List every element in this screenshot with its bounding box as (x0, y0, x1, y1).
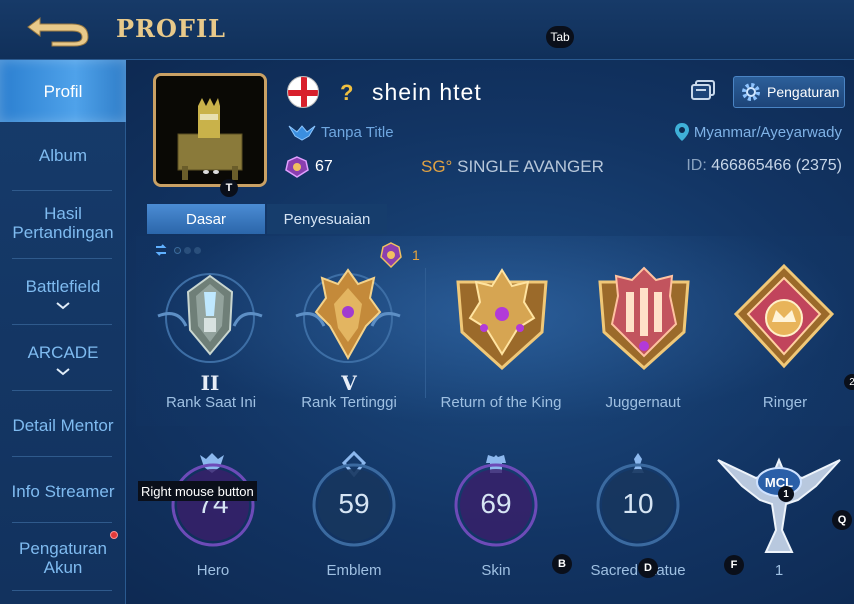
star-badge-count: 1 (412, 247, 420, 263)
juggernaut-badge-icon[interactable] (590, 262, 698, 374)
mcl-trophy-icon[interactable]: MCL (714, 452, 844, 556)
sidebar-item-profil[interactable]: Profil (0, 60, 126, 122)
sacred-statue-count: 10 (622, 488, 654, 519)
squad-label: SINGLE AVANGER (457, 157, 604, 176)
player-title: Tanpa Title (321, 123, 394, 141)
key-hint-f: F (724, 555, 744, 575)
tab-label: Dasar (185, 210, 226, 228)
location-row: Myanmar/Ayeyarwady (674, 122, 842, 142)
swap-icon[interactable] (154, 243, 168, 257)
title-row[interactable]: Tanpa Title (287, 122, 394, 142)
key-hint-b: B (552, 554, 572, 574)
username: shein htet (372, 79, 482, 105)
squad-name[interactable]: SG° SINGLE AVANGER (421, 157, 604, 177)
divider (12, 590, 112, 591)
player-id: ID: 466865466 (2375) (686, 157, 842, 175)
sidebar-item-label: Info Streamer (11, 481, 115, 501)
current-rank-badge-icon[interactable] (148, 268, 272, 368)
divider (12, 324, 112, 325)
divider (12, 522, 112, 523)
ringer-badge-icon[interactable] (730, 262, 838, 374)
id-value: 466865466 (2375) (711, 157, 842, 174)
sidebar-item-label: Detail Mentor (12, 415, 114, 435)
highest-rank-badge-icon[interactable] (286, 264, 410, 368)
sidebar-item-label: ARCADE (27, 342, 99, 362)
location-text: Myanmar/Ayeyarwady (693, 123, 842, 141)
divider (12, 456, 112, 457)
current-rank-tier: II (200, 371, 220, 395)
sidebar-item-label: Battlefield (25, 276, 101, 296)
sidebar-item-info-streamer[interactable]: Info Streamer (0, 460, 126, 522)
right-mouse-hint: Right mouse button (138, 481, 257, 501)
juggernaut-label: Juggernaut (605, 394, 681, 411)
sidebar-item-pengaturan-akun[interactable]: Pengaturan Akun (0, 526, 126, 590)
divider (12, 390, 112, 391)
scroll-key-hint: 2 (844, 374, 854, 390)
sidebar-item-arcade[interactable]: ARCADE (0, 328, 126, 390)
sidebar-item-label: Pengaturan Akun (19, 539, 107, 577)
england-flag-icon (287, 76, 319, 108)
skin-count: 69 (480, 488, 512, 519)
divider (425, 268, 426, 398)
level-badge-icon (285, 156, 309, 178)
sidebar-item-label: Hasil Pertandingan (12, 204, 114, 242)
sidebar-item-label: Album (38, 145, 88, 165)
settings-button[interactable]: Pengaturan (733, 76, 845, 108)
ringer-label: Ringer (762, 394, 808, 411)
settings-label: Pengaturan (767, 84, 840, 100)
notification-dot (110, 531, 118, 539)
highest-rank-label: Rank Tertinggi (301, 394, 397, 411)
chevron-down-icon (56, 301, 70, 309)
tab-key-hint: Tab (546, 26, 574, 48)
back-arrow-icon[interactable] (22, 10, 92, 48)
hero-label: Hero (196, 562, 230, 579)
key-hint-q: Q (832, 510, 852, 530)
key-hint-d: D (638, 558, 658, 578)
sidebar: Profil Album Hasil Pertandingan Battlefi… (0, 60, 126, 604)
tab-label: Penyesuaian (283, 210, 371, 228)
skin-label: Skin (481, 562, 511, 579)
tab-dasar[interactable]: Dasar (147, 204, 265, 234)
location-pin-icon (674, 123, 689, 141)
gear-icon (742, 83, 760, 101)
divider (12, 258, 112, 259)
avatar[interactable] (153, 73, 267, 187)
page-dots (174, 246, 201, 254)
messages-icon[interactable] (690, 79, 716, 103)
emblem-count: 59 (338, 488, 370, 519)
sidebar-item-hasil-pertandingan[interactable]: Hasil Pertandingan (0, 192, 126, 254)
chevron-down-icon (56, 367, 70, 375)
avatar-image (156, 76, 264, 184)
divider (12, 190, 112, 191)
question-mark: ? (340, 80, 354, 105)
current-rank-label: Rank Saat Ini (165, 394, 257, 411)
key-hint-1: 1 (778, 486, 794, 502)
rank-season-indicator (154, 243, 201, 257)
page-title: PROFIL (116, 14, 227, 43)
level-row: 67 (284, 155, 333, 179)
title-wing-icon (288, 125, 316, 141)
sidebar-item-label: Profil (43, 81, 83, 101)
avatar-key-hint: T (220, 179, 238, 197)
player-level: 67 (315, 158, 333, 175)
sidebar-item-battlefield[interactable]: Battlefield (0, 262, 126, 324)
squad-tag: SG° (421, 157, 453, 176)
tab-penyesuaian[interactable]: Penyesuaian (267, 204, 387, 234)
return-of-the-king-label: Return of the King (440, 394, 562, 411)
highest-rank-tier: V (341, 371, 357, 395)
top-bar: PROFIL Tab (0, 0, 854, 60)
sidebar-item-album[interactable]: Album (0, 126, 126, 184)
sidebar-item-detail-mentor[interactable]: Detail Mentor (0, 394, 126, 456)
id-label: ID: (686, 157, 707, 174)
return-of-the-king-badge-icon[interactable] (448, 262, 556, 374)
emblem-label: Emblem (326, 562, 382, 579)
